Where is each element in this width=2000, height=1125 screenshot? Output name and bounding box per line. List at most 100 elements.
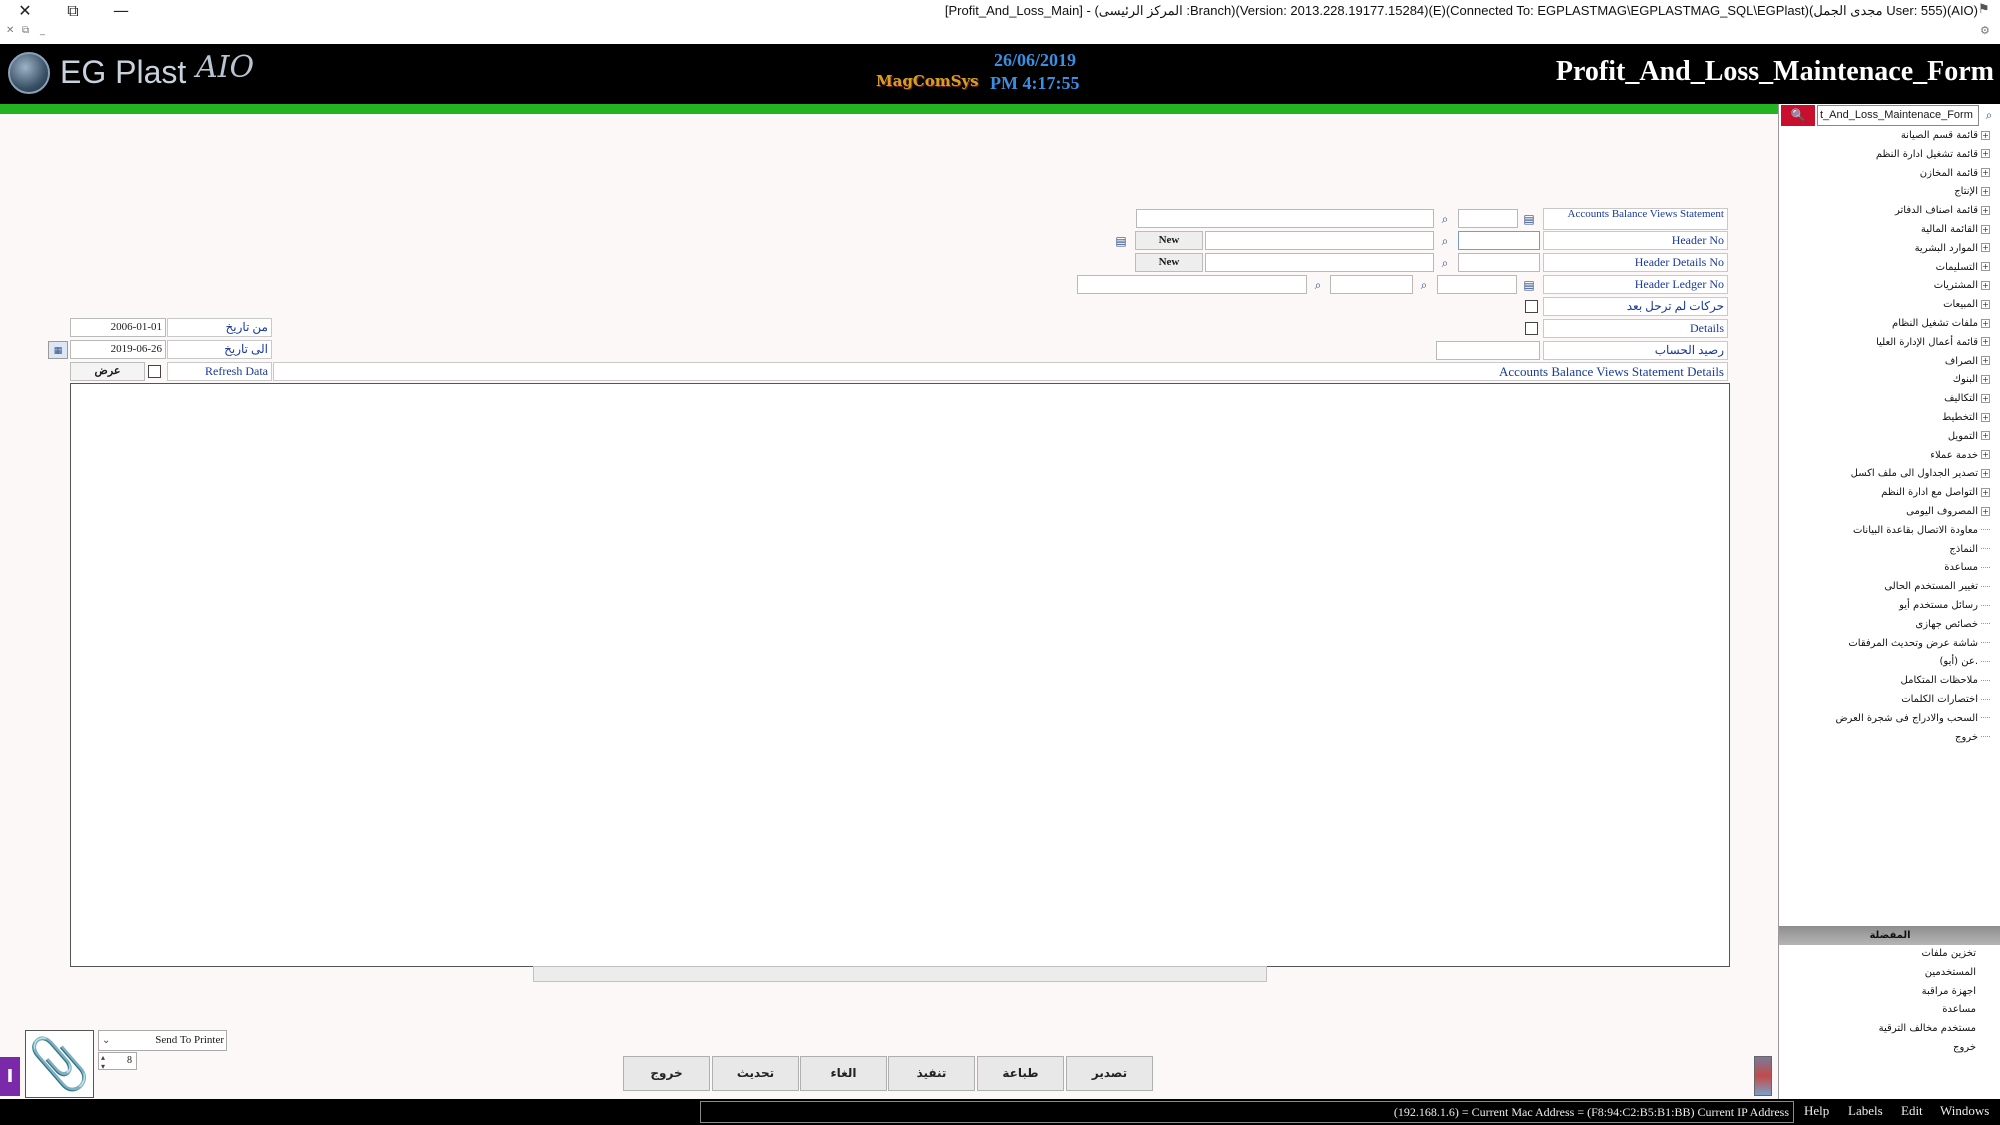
- ledger-list-icon[interactable]: ▤: [1521, 277, 1537, 293]
- expand-icon[interactable]: +: [1981, 318, 1990, 328]
- tree-item[interactable]: عن (أيو).: [1940, 656, 1990, 674]
- tree-item[interactable]: التسليمات +: [1936, 262, 1990, 280]
- header-no-input[interactable]: [1458, 231, 1540, 250]
- tree-item[interactable]: الإنتاج +: [1954, 186, 1990, 204]
- tree-item[interactable]: خصائص جهازى: [1915, 619, 1990, 637]
- expand-icon[interactable]: +: [1981, 280, 1990, 290]
- tree-item[interactable]: خروج: [1955, 732, 1990, 750]
- tree-item[interactable]: تغيير المستخدم الحالى: [1884, 581, 1990, 599]
- tree-item[interactable]: اختصارات الكلمات: [1901, 694, 1990, 712]
- tree-item[interactable]: ملفات تشغيل النظام +: [1892, 318, 1990, 336]
- expand-icon[interactable]: +: [1981, 356, 1990, 366]
- copies-stepper[interactable]: ▴ ▾ 8: [98, 1052, 137, 1071]
- ledger-code-input[interactable]: [1437, 275, 1517, 294]
- ledger-search-icon[interactable]: ⌕: [1416, 277, 1432, 293]
- settings-gear-icon[interactable]: ⚙: [1980, 24, 1990, 37]
- tree-item[interactable]: البنوك +: [1953, 374, 1990, 392]
- app-side-tab[interactable]: I: [0, 1057, 20, 1096]
- expand-icon[interactable]: +: [1981, 337, 1990, 347]
- from-date-input[interactable]: 2006-01-01: [70, 318, 166, 337]
- favorite-item[interactable]: المستخدمين: [1925, 967, 1976, 985]
- expand-icon[interactable]: +: [1981, 431, 1990, 441]
- tree-item[interactable]: شاشة عرض وتحديث المرفقات: [1848, 638, 1990, 656]
- header-details-input[interactable]: [1458, 253, 1540, 272]
- grid-horizontal-scrollbar[interactable]: [533, 966, 1267, 982]
- expand-icon[interactable]: +: [1981, 186, 1990, 196]
- mdi-close-button[interactable]: ✕: [6, 25, 14, 36]
- favorite-item[interactable]: تخزين ملفات: [1921, 948, 1976, 966]
- header-new-button[interactable]: New: [1135, 231, 1203, 250]
- expand-icon[interactable]: +: [1981, 374, 1990, 384]
- expand-icon[interactable]: +: [1981, 450, 1990, 460]
- tree-item[interactable]: السحب والادراج فى شجرة العرض: [1835, 713, 1990, 731]
- tree-item[interactable]: قائمة تشغيل ادارة النظم +: [1876, 149, 1990, 167]
- tree-item[interactable]: التخطيط +: [1942, 412, 1990, 430]
- expand-icon[interactable]: +: [1981, 149, 1990, 159]
- tree-item[interactable]: قائمة المخازن +: [1920, 168, 1990, 186]
- update-button[interactable]: تحديث: [712, 1056, 799, 1091]
- tools-icon[interactable]: [1754, 1056, 1772, 1096]
- restore-window-button[interactable]: ⧉: [58, 0, 88, 22]
- tree-item[interactable]: قائمة اصناف الدفاتر +: [1895, 205, 1990, 223]
- statement-search-icon[interactable]: ⌕: [1437, 211, 1453, 227]
- tree-item[interactable]: رسائل مستخدم أيو: [1899, 600, 1990, 618]
- favorite-item[interactable]: خروج: [1953, 1042, 1976, 1060]
- tree-item[interactable]: ملاحظات المتكامل: [1901, 675, 1990, 693]
- expand-icon[interactable]: +: [1981, 262, 1990, 272]
- search-go-icon[interactable]: ⌕: [1981, 107, 1997, 123]
- expand-icon[interactable]: +: [1981, 506, 1990, 516]
- expand-icon[interactable]: +: [1981, 412, 1990, 422]
- export-button[interactable]: تصدير: [1066, 1056, 1153, 1091]
- tree-item[interactable]: التمويل +: [1948, 431, 1990, 449]
- minimize-window-button[interactable]: —: [106, 0, 136, 22]
- tree-item[interactable]: المبيعات +: [1943, 299, 1990, 317]
- exit-button[interactable]: خروج: [623, 1056, 710, 1091]
- expand-icon[interactable]: +: [1981, 299, 1990, 309]
- statement-name-input[interactable]: [1136, 209, 1434, 228]
- tree-search-input[interactable]: t_And_Loss_Maintenace_Form: [1817, 105, 1979, 126]
- execute-button[interactable]: تنفيذ: [888, 1056, 975, 1091]
- account-balance-input[interactable]: [1436, 341, 1540, 360]
- expand-icon[interactable]: +: [1981, 468, 1990, 478]
- expand-icon[interactable]: +: [1981, 243, 1990, 253]
- refresh-data-checkbox[interactable]: [148, 365, 161, 378]
- close-window-button[interactable]: ✕: [10, 0, 40, 22]
- ledger-sub-search-icon[interactable]: ⌕: [1310, 277, 1326, 293]
- details-grid[interactable]: [70, 383, 1730, 967]
- expand-icon[interactable]: +: [1981, 393, 1990, 403]
- header-no-search-icon[interactable]: ⌕: [1437, 233, 1453, 249]
- menu-help[interactable]: Help: [1804, 1103, 1829, 1119]
- expand-icon[interactable]: +: [1981, 487, 1990, 497]
- tree-item[interactable]: النماذج: [1949, 544, 1990, 562]
- cancel-button[interactable]: الغاء: [800, 1056, 887, 1091]
- statement-code-input[interactable]: [1458, 209, 1518, 228]
- header-list-icon[interactable]: ▤: [1113, 233, 1129, 249]
- mdi-minimize-button[interactable]: _: [40, 25, 45, 36]
- expand-icon[interactable]: +: [1981, 205, 1990, 215]
- tree-item[interactable]: القائمة المالية +: [1921, 224, 1990, 242]
- header-name-input[interactable]: [1205, 231, 1434, 250]
- header-details-new-button[interactable]: New: [1135, 253, 1203, 272]
- tree-item[interactable]: قائمة قسم الصيانة +: [1901, 130, 1990, 148]
- tree-item[interactable]: التواصل مع ادارة النظم +: [1881, 487, 1990, 505]
- tree-item[interactable]: مساعدة: [1944, 562, 1990, 580]
- header-details-search-icon[interactable]: ⌕: [1437, 255, 1453, 271]
- ledger-sub-input[interactable]: [1330, 275, 1413, 294]
- paperclip-icon[interactable]: 📎: [25, 1030, 94, 1098]
- menu-labels[interactable]: Labels: [1848, 1103, 1883, 1119]
- details-checkbox[interactable]: [1525, 322, 1538, 335]
- printer-select[interactable]: ⌄ Send To Printer: [98, 1030, 227, 1051]
- mdi-restore-button[interactable]: ⧉: [22, 25, 29, 36]
- expand-icon[interactable]: +: [1981, 224, 1990, 234]
- stepper-down-icon[interactable]: ▾: [101, 1059, 105, 1075]
- search-icon[interactable]: 🔍: [1781, 105, 1815, 126]
- menu-windows[interactable]: Windows: [1940, 1103, 1989, 1119]
- tree-item[interactable]: التكاليف +: [1944, 393, 1990, 411]
- tree-item[interactable]: الصراف +: [1945, 356, 1990, 374]
- menu-edit[interactable]: Edit: [1901, 1103, 1923, 1119]
- tree-item[interactable]: خدمة عملاء +: [1930, 450, 1990, 468]
- tree-item[interactable]: الموارد البشرية +: [1915, 243, 1990, 261]
- tree-item[interactable]: قائمة أعمال الإدارة العليا +: [1876, 337, 1990, 355]
- favorite-item[interactable]: اجهزة مراقبة: [1922, 986, 1976, 1004]
- show-button[interactable]: عرض: [70, 362, 145, 381]
